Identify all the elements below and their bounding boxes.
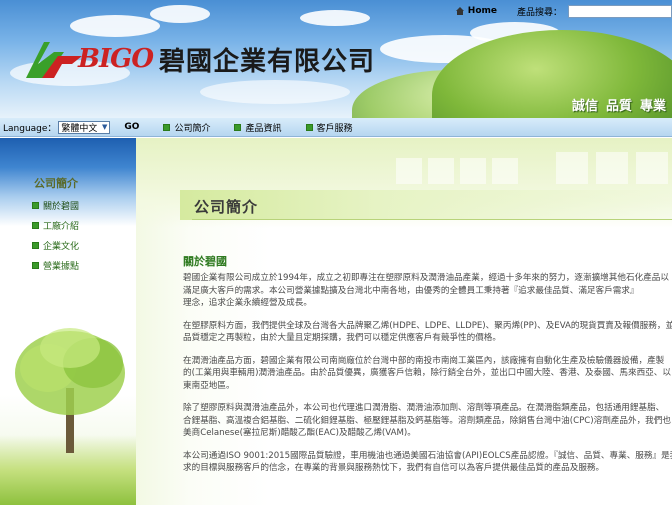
green-square-icon <box>32 201 39 209</box>
slogan-word: 專業 <box>639 99 666 114</box>
paragraph: 在塑膠原料方面，我們提供全球及台灣各大品牌聚乙烯(HDPE、LDPE、LLDPE… <box>183 320 672 345</box>
tree-illustration-icon <box>15 328 125 453</box>
green-square-icon <box>163 123 171 131</box>
main-content: 公司簡介 關於碧國 碧國企業有限公司成立於1994年，成立之初即專注在塑膠原料及… <box>136 138 672 505</box>
slogan: 誠信 品質 專業 <box>572 95 666 114</box>
cloud-decoration <box>200 80 350 104</box>
paragraph-line: 理念，追求企業永續經營及成長。 <box>183 298 312 308</box>
paragraph-line: 的(工業用與車輛用)潤滑油產品。由於品質優異，廣獲客戶信賴，除行銷全台外，並出口… <box>183 368 671 378</box>
sidebar-item-label: 企業文化 <box>43 241 80 252</box>
sidebar-item-about[interactable]: 關於碧國 <box>32 195 79 215</box>
title-divider <box>192 219 672 220</box>
home-link[interactable]: Home <box>455 6 497 16</box>
home-icon <box>455 7 464 15</box>
slogan-word: 誠信 <box>571 99 598 114</box>
search-input[interactable] <box>568 4 672 18</box>
nav-item-label: 公司簡介 <box>174 123 211 134</box>
body-text: 碧國企業有限公司成立於1994年，成立之初即專注在塑膠原料及潤滑油品產業，經過十… <box>183 272 672 485</box>
paragraph: 碧國企業有限公司成立於1994年，成立之初即專注在塑膠原料及潤滑油品產業，經過十… <box>183 272 672 310</box>
green-square-icon <box>32 241 39 249</box>
sidebar-item-locations[interactable]: 營業據點 <box>32 255 79 275</box>
square-decoration <box>428 158 454 184</box>
main-nav-bar: Language： 繁體中文 ▼ GO 公司簡介 產品資訊 客戶服務 <box>0 118 672 137</box>
paragraph-line: 本公司通過ISO 9001:2015國際品質驗證，車用機油也通過美國石油協會(A… <box>183 450 672 461</box>
sidebar-menu: 關於碧國 工廠介紹 企業文化 營業據點 <box>32 195 79 275</box>
square-decoration <box>556 152 588 184</box>
square-decoration <box>636 152 668 184</box>
search-label: 產品搜尋： <box>516 7 562 18</box>
sidebar-title: 公司簡介 <box>34 177 78 190</box>
paragraph: 除了塑膠原料與潤滑油產品外，本公司也代理進口潤滑脂、潤滑油添加劑、溶劑等項產品。… <box>183 402 672 440</box>
sidebar: 公司簡介 關於碧國 工廠介紹 企業文化 營業據點 <box>0 138 136 505</box>
paragraph-line: 美商Celanese(塞拉尼斯)醋酸乙酯(EAC)及醋酸乙烯(VAM)。 <box>183 428 416 438</box>
green-square-icon <box>32 221 39 229</box>
paragraph-line: 除了塑膠原料與潤滑油產品外，本公司也代理進口潤滑脂、潤滑油添加劑、溶劑等項產品。… <box>183 403 665 413</box>
sidebar-item-label: 營業據點 <box>43 261 80 272</box>
cloud-decoration <box>150 5 210 23</box>
nav-item-label: 客戶服務 <box>316 123 353 134</box>
sidebar-item-label: 關於碧國 <box>43 201 80 212</box>
paragraph-line: 求的目標與服務客戶的信念，在專業的背景與服務熱忱下，我們有自信可以為客戶提供最佳… <box>183 463 605 473</box>
paragraph-line: 在塑膠原料方面，我們提供全球及台灣各大品牌聚乙烯(HDPE、LDPE、LLDPE… <box>183 320 672 331</box>
paragraph: 本公司通過ISO 9001:2015國際品質驗證，車用機油也通過美國石油協會(A… <box>183 450 672 475</box>
green-square-icon <box>305 123 313 131</box>
go-button[interactable]: GO <box>124 122 139 132</box>
square-decoration <box>460 158 486 184</box>
top-utility-bar: Home 產品搜尋： <box>455 2 672 20</box>
nav-item-company-profile[interactable]: 公司簡介 <box>163 121 210 134</box>
page-title: 公司簡介 <box>194 198 259 216</box>
square-decoration <box>396 158 422 184</box>
paragraph-line: 品質穩定之再製粒，由於大量且定期採購，我們可以穩定供應客戶有競爭性的價格。 <box>183 333 501 343</box>
nav-item-label: 產品資訊 <box>245 123 282 134</box>
nav-item-product-info[interactable]: 產品資訊 <box>234 121 282 134</box>
square-decoration <box>596 152 628 184</box>
green-square-icon <box>234 123 242 131</box>
paragraph-line: 東南亞地區。 <box>183 380 235 391</box>
cloud-decoration <box>70 15 160 37</box>
green-square-icon <box>32 261 39 269</box>
language-select[interactable]: 繁體中文 ▼ <box>58 120 111 134</box>
nav-item-customer-service[interactable]: 客戶服務 <box>305 121 353 134</box>
paragraph-line: 碧國企業有限公司成立於1994年，成立之初即專注在塑膠原料及潤滑油品產業，經過十… <box>183 273 669 283</box>
chevron-down-icon: ▼ <box>102 123 108 131</box>
sidebar-item-culture[interactable]: 企業文化 <box>32 235 79 255</box>
paragraph-line: 合鋰基脂、高溫複合鋁基脂、二硫化鉬鋰基脂、極壓鋰基脂及鈣基脂等。溶劑類產品，除銷… <box>183 415 671 426</box>
square-decoration <box>492 158 518 184</box>
section-heading: 關於碧國 <box>183 255 227 268</box>
paragraph-line: 滿足廣大客戶的需求。本公司營業據點擴及台灣北中南各地，由優秀的全體員工秉持著『追… <box>183 285 639 296</box>
company-logo[interactable]: BIGO 碧國企業有限公司 <box>24 38 375 80</box>
page: Home 產品搜尋： BIGO 碧國企業有限公司 誠信 品質 專業 Langua… <box>0 0 672 505</box>
slogan-word: 品質 <box>605 99 632 114</box>
sidebar-item-label: 工廠介紹 <box>43 221 80 232</box>
language-label: Language： <box>3 123 57 134</box>
sidebar-item-factory[interactable]: 工廠介紹 <box>32 215 79 235</box>
paragraph: 在潤滑油產品方面，碧國企業有限公司南崗廠位於台灣中部的南投市南崗工業區內，該廠擁… <box>183 355 672 393</box>
logo-company-name: 碧國企業有限公司 <box>159 46 376 77</box>
logo-latin-text: BIGO <box>78 44 154 74</box>
header-banner: Home 產品搜尋： BIGO 碧國企業有限公司 誠信 品質 專業 <box>0 0 672 118</box>
home-label: Home <box>467 6 497 16</box>
paragraph-line: 在潤滑油產品方面，碧國企業有限公司南崗廠位於台灣中部的南投市南崗工業區內，該廠擁… <box>183 355 665 366</box>
cloud-decoration <box>300 10 370 26</box>
language-selected-value: 繁體中文 <box>61 123 98 134</box>
bigo-logo-mark-icon <box>26 42 82 78</box>
